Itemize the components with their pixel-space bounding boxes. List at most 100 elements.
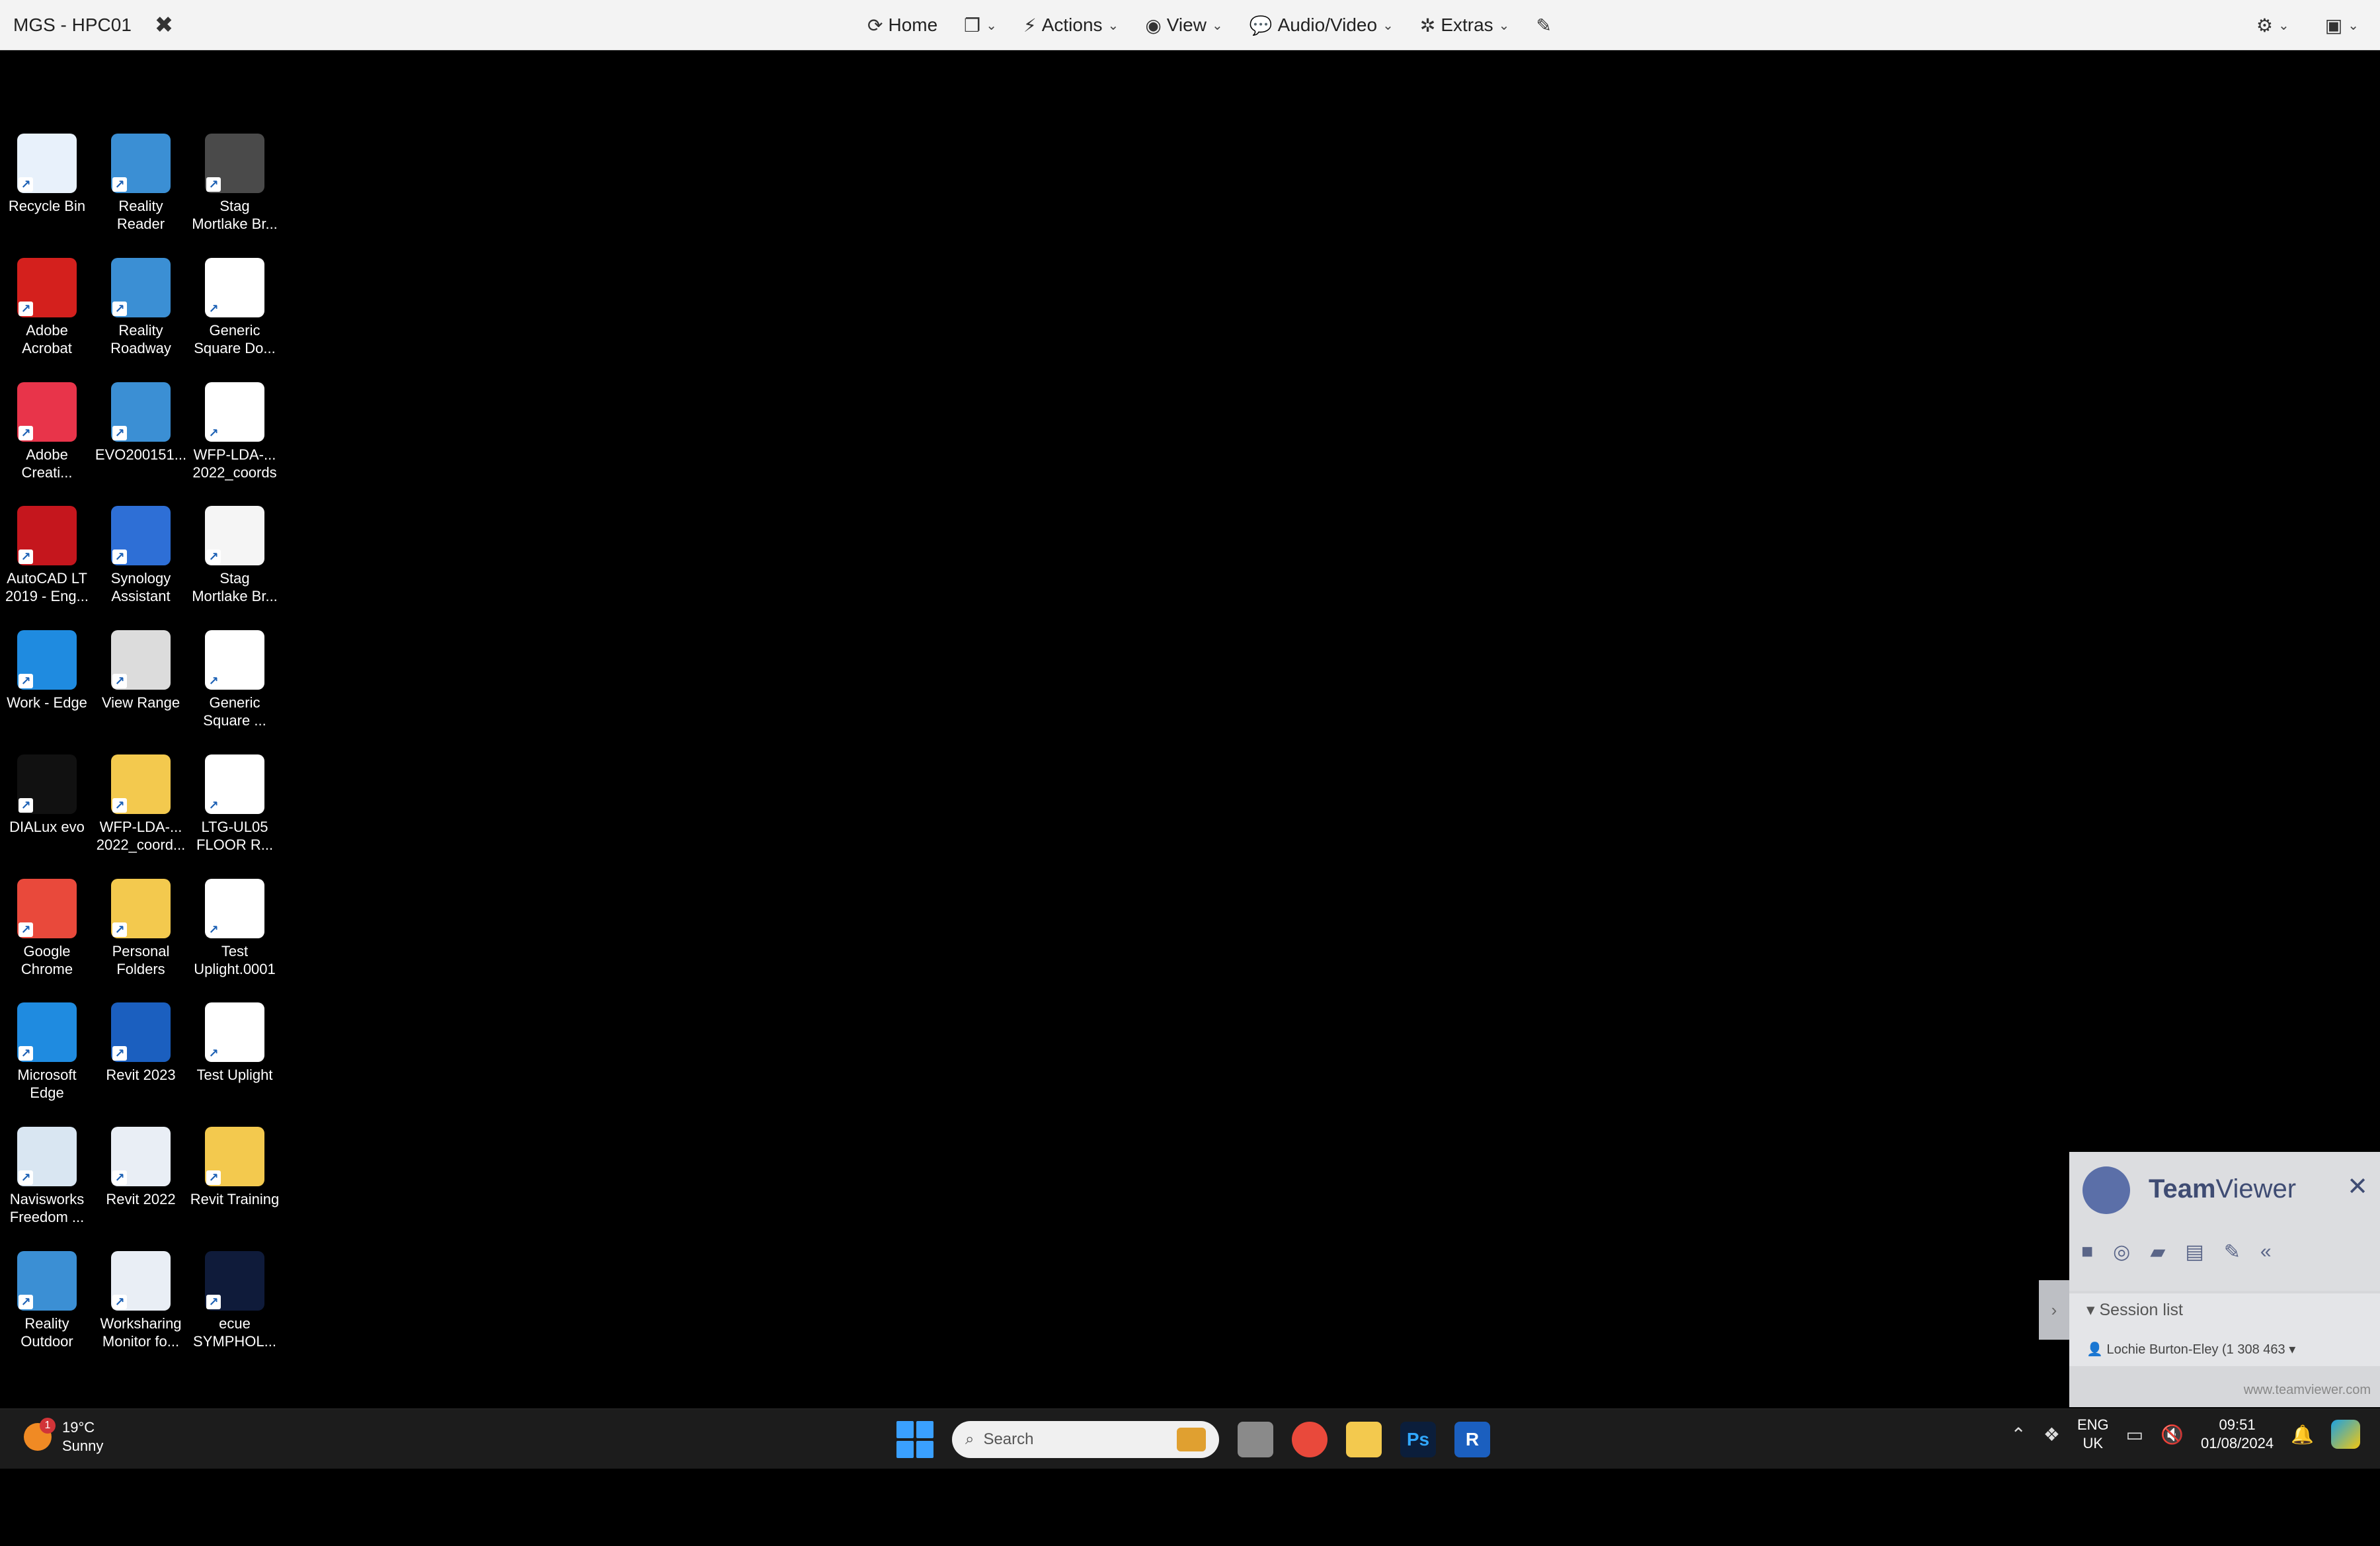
shortcut-arrow-icon: ↗ (206, 1295, 221, 1309)
actions-button[interactable]: ⚡ Actions ⌄ (1015, 8, 1127, 42)
desktop-icon[interactable]: ↗ Synology Assistant (94, 506, 188, 605)
desktop-icon[interactable]: ↗ Microsoft Edge (0, 1002, 94, 1102)
chrome-icon[interactable] (1292, 1422, 1328, 1457)
desktop-icon-label: Work - Edge (7, 694, 87, 711)
desktop-icon[interactable]: ↗ Adobe Acrobat (0, 258, 94, 357)
shortcut-arrow-icon: ↗ (206, 177, 221, 192)
desktop-icon[interactable]: ↗ View Range (94, 630, 188, 712)
close-icon[interactable]: ✕ (2347, 1172, 2368, 1201)
chat-icon[interactable]: ▰ (2150, 1241, 2165, 1264)
desktop-icon[interactable]: ↗ ecue SYMPHOL... (188, 1251, 282, 1350)
system-tray: ⌃ ❖ ENG UK ▭ 🔇 09:51 01/08/2024 🔔 (2010, 1416, 2360, 1453)
taskbar-search[interactable]: ⌕ Search (952, 1421, 1219, 1458)
desktop-icon[interactable]: ↗ Test Uplight.0001 (188, 879, 282, 978)
desktop-icon[interactable]: ↗ AutoCAD LT 2019 - Eng... (0, 506, 94, 605)
tools-icon: ✲ (1419, 15, 1436, 36)
extras-button[interactable]: ✲ Extras ⌄ (1412, 8, 1518, 42)
revit-icon[interactable]: R (1454, 1422, 1490, 1457)
file-explorer-icon[interactable] (1346, 1422, 1382, 1457)
desktop-icon-label: Generic Square Do... (194, 322, 276, 356)
teamviewer-tools: ■ ◎ ▰ ▤ ✎ « (2081, 1241, 2272, 1264)
bell-icon[interactable]: 🔔 (2291, 1424, 2314, 1445)
app-icon: ↗ (17, 879, 77, 938)
start-button[interactable] (896, 1421, 933, 1458)
expand-panel-button[interactable]: › (2039, 1280, 2069, 1340)
shortcut-arrow-icon: ↗ (206, 302, 221, 316)
desktop-icon[interactable]: ↗ Stag Mortlake Br... (188, 134, 282, 233)
shortcut-arrow-icon: ↗ (112, 177, 127, 192)
chat-icon: 💬 (1249, 15, 1273, 36)
chevron-up-icon[interactable]: ⌃ (2010, 1424, 2026, 1445)
app-icon: ↗ (111, 630, 171, 690)
desktop-icon-label: AutoCAD LT 2019 - Eng... (5, 570, 89, 604)
dropbox-icon[interactable]: ❖ (2043, 1424, 2060, 1445)
desktop-icon[interactable]: ↗ Reality Reader (94, 134, 188, 233)
headset-icon[interactable]: ◎ (2113, 1241, 2130, 1264)
desktop-icon[interactable]: ↗ Test Uplight (188, 1002, 282, 1084)
chevron-down-icon: ⌄ (1107, 18, 1119, 33)
files-button[interactable]: ❐ ⌄ (956, 8, 1005, 42)
task-view-icon[interactable] (1238, 1422, 1273, 1457)
desktop-icon[interactable]: ↗ Personal Folders (94, 879, 188, 978)
video-icon[interactable]: ■ (2081, 1241, 2093, 1264)
desktop-icon-label: Test Uplight.0001 (194, 943, 276, 977)
shortcut-arrow-icon: ↗ (206, 1170, 221, 1185)
desktop-icon[interactable]: ↗ Generic Square ... (188, 630, 282, 729)
chevron-down-icon: ⌄ (986, 18, 998, 33)
desktop-icon[interactable]: ↗ EVO200151... (94, 382, 188, 464)
desktop-icon-label: Stag Mortlake Br... (192, 570, 278, 604)
app-icon: ↗ (17, 1127, 77, 1186)
weather-widget[interactable]: 1 19°C Sunny (24, 1418, 103, 1455)
desktop-icon[interactable]: ↗ Work - Edge (0, 630, 94, 712)
desktop-icon-label: Personal Folders (112, 943, 170, 977)
speed-button[interactable]: ⚙ ⌄ (2248, 8, 2297, 42)
edit-button[interactable]: ✎ (1528, 8, 1559, 42)
home-button[interactable]: ⟳ Home (859, 8, 945, 42)
teamviewer-website-link[interactable]: www.teamviewer.com (2244, 1383, 2371, 1398)
clock[interactable]: 09:51 01/08/2024 (2201, 1416, 2274, 1453)
collapse-icon[interactable]: « (2260, 1241, 2272, 1264)
shortcut-arrow-icon: ↗ (206, 798, 221, 813)
desktop-icon-label: Google Chrome (20, 943, 73, 977)
desktop-icon[interactable]: ↗ WFP-LDA-... 2022_coords (188, 382, 282, 481)
desktop-icon[interactable]: ↗ Worksharing Monitor fo... (94, 1251, 188, 1350)
weather-temp: 19°C (62, 1419, 95, 1436)
session-list-title[interactable]: ▾ Session list (2086, 1300, 2183, 1320)
desktop-icon[interactable]: ↗ Navisworks Freedom ... (0, 1127, 94, 1226)
search-icon: ⌕ (965, 1430, 974, 1448)
desktop-icon[interactable]: ↗ Revit Training (188, 1127, 282, 1208)
shortcut-arrow-icon: ↗ (19, 922, 33, 937)
window-mode-button[interactable]: ▣ ⌄ (2317, 8, 2367, 42)
copilot-icon[interactable] (2331, 1420, 2360, 1449)
shortcut-arrow-icon: ↗ (112, 549, 127, 564)
shortcut-arrow-icon: ↗ (19, 1170, 33, 1185)
speaker-muted-icon[interactable]: 🔇 (2161, 1424, 2184, 1445)
app-icon: ↗ (205, 1251, 264, 1311)
desktop-icon[interactable]: ↗ Google Chrome (0, 879, 94, 978)
desktop-icon[interactable]: ↗ Reality Roadway (94, 258, 188, 357)
close-session-icon[interactable]: ✖ (151, 12, 177, 38)
desktop-icon[interactable]: ↗ Adobe Creati... (0, 382, 94, 481)
desktop-icon[interactable]: ↗ Recycle Bin (0, 134, 94, 215)
window-icon: ▣ (2324, 15, 2343, 36)
view-button[interactable]: ◉ View ⌄ (1137, 8, 1230, 42)
desktop-icon[interactable]: ↗ LTG-UL05 FLOOR R... (188, 754, 282, 854)
desktop-icon[interactable]: ↗ Generic Square Do... (188, 258, 282, 357)
desktop-icon[interactable]: ↗ DIALux evo (0, 754, 94, 836)
session-entry[interactable]: 👤 Lochie Burton-Eley (1 308 463 ▾ (2086, 1341, 2295, 1358)
file-icon[interactable]: ▤ (2185, 1241, 2203, 1264)
tools-icon[interactable]: ✎ (2224, 1241, 2241, 1264)
desktop-icon[interactable]: ↗ Revit 2022 (94, 1127, 188, 1208)
language-indicator[interactable]: ENG UK (2077, 1416, 2109, 1453)
network-icon[interactable]: ▭ (2126, 1424, 2143, 1445)
weather-desc: Sunny (62, 1438, 104, 1454)
desktop-icon-label: View Range (101, 694, 180, 711)
desktop-icon[interactable]: ↗ Revit 2023 (94, 1002, 188, 1084)
desktop-icon[interactable]: ↗ Stag Mortlake Br... (188, 506, 282, 605)
chevron-down-icon: ⌄ (1498, 18, 1510, 33)
photoshop-icon[interactable]: Ps (1400, 1422, 1436, 1457)
desktop-icon[interactable]: ↗ Reality Outdoor (0, 1251, 94, 1350)
audio-video-button[interactable]: 💬 Audio/Video ⌄ (1242, 8, 1402, 42)
chevron-down-icon: ⌄ (1211, 18, 1223, 33)
desktop-icon[interactable]: ↗ WFP-LDA-... 2022_coord... (94, 754, 188, 854)
